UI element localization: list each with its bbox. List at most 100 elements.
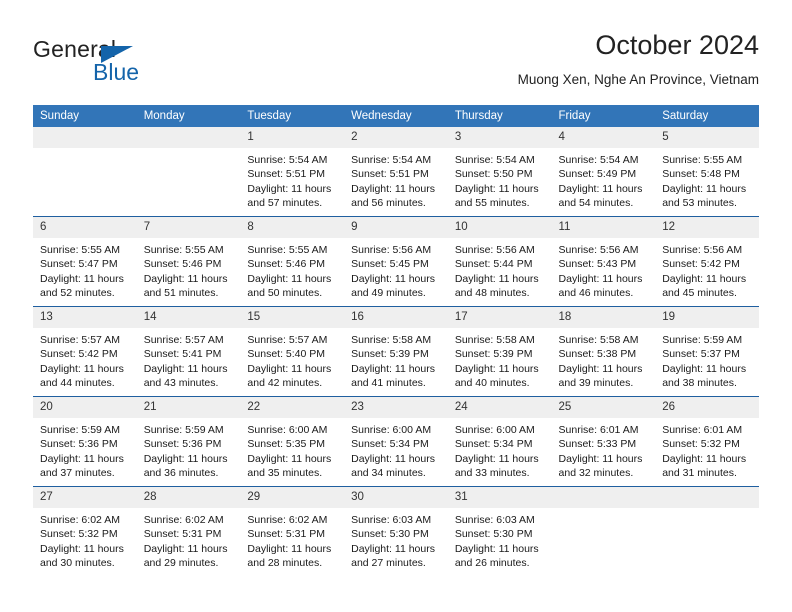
day-number: 19 [655,307,759,328]
calendar-day-cell[interactable]: 1 Sunrise: 5:54 AM Sunset: 5:51 PM Daylight… [240,127,345,217]
day-number: 2 [344,127,448,148]
daylight-text: Daylight: 11 hours and 34 minutes. [351,452,435,480]
daylight-text: Daylight: 11 hours and 26 minutes. [454,542,539,570]
calendar-day-cell[interactable]: 30 Sunrise: 6:03 AM Sunset: 5:30 PM Dayligh… [344,486,448,576]
sunset-text: Sunset: 5:39 PM [351,348,429,361]
calendar-day-cell[interactable]: 12 Sunrise: 5:56 AM Sunset: 5:42 PM Dayligh… [655,216,759,307]
calendar-day-cell[interactable]: 20 Sunrise: 5:59 AM Sunset: 5:36 PM Dayligh… [33,396,137,487]
calendar-week-row: 1 Sunrise: 5:54 AM Sunset: 5:51 PM Daylight… [33,127,759,217]
day-number: 31 [447,487,552,508]
daylight-text: Daylight: 11 hours and 29 minutes. [143,542,228,570]
weekday-header-tuesday: Tuesday [240,105,345,127]
calendar-day-cell[interactable]: 29 Sunrise: 6:02 AM Sunset: 5:31 PM Dayligh… [240,486,345,576]
day-details: Sunrise: 6:00 AM Sunset: 5:34 PM Daylight:… [344,418,448,481]
calendar-week-row: 13 Sunrise: 5:57 AM Sunset: 5:42 PM Dayligh… [33,306,759,397]
sunset-text: Sunset: 5:36 PM [143,438,222,451]
brand-logo[interactable]: General Blue [33,36,233,86]
day-details: Sunrise: 5:58 AM Sunset: 5:39 PM Daylight:… [448,328,552,391]
sunset-text: Sunset: 5:48 PM [662,168,740,181]
calendar-day-cell[interactable]: 26 Sunrise: 6:01 AM Sunset: 5:32 PM Dayligh… [655,396,759,487]
calendar-day-cell[interactable]: 14 Sunrise: 5:57 AM Sunset: 5:41 PM Dayligh… [136,306,241,397]
sunrise-text: Sunrise: 5:59 AM [40,424,120,436]
page-title: October 2024 [595,30,759,60]
calendar-day-cell[interactable]: 27 Sunrise: 6:02 AM Sunset: 5:32 PM Dayligh… [33,486,137,576]
calendar-day-cell[interactable]: 8 Sunrise: 5:55 AM Sunset: 5:46 PM Daylight… [240,216,345,307]
calendar-grid: Sunday Monday Tuesday Wednesday Thursday… [33,105,759,576]
daylight-text: Daylight: 11 hours and 41 minutes. [351,362,435,390]
title-block: October 2024 Muong Xen, Nghe An Province… [518,28,759,90]
weekday-header-thursday: Thursday [447,105,552,127]
day-number: 4 [551,127,656,148]
calendar-day-cell[interactable]: 16 Sunrise: 5:58 AM Sunset: 5:39 PM Dayligh… [344,306,448,397]
day-number: 16 [344,307,448,328]
calendar-day-cell[interactable]: 10 Sunrise: 5:56 AM Sunset: 5:44 PM Dayligh… [447,216,552,307]
day-details: Sunrise: 5:54 AM Sunset: 5:51 PM Daylight:… [240,148,344,211]
daylight-text: Daylight: 11 hours and 49 minutes. [351,272,435,300]
calendar-day-cell[interactable]: 6 Sunrise: 5:55 AM Sunset: 5:47 PM Daylight… [33,216,137,307]
sunrise-text: Sunrise: 5:56 AM [558,244,639,256]
daylight-text: Daylight: 11 hours and 48 minutes. [454,272,539,300]
calendar-day-cell[interactable]: 7 Sunrise: 5:55 AM Sunset: 5:46 PM Daylight… [136,216,241,307]
daylight-text: Daylight: 11 hours and 57 minutes. [247,182,332,210]
day-number: 8 [240,217,345,238]
day-number: 27 [33,487,137,508]
sunset-text: Sunset: 5:30 PM [351,528,429,541]
sunrise-text: Sunrise: 5:59 AM [662,334,743,346]
calendar-day-cell[interactable]: 18 Sunrise: 5:58 AM Sunset: 5:38 PM Dayligh… [551,306,656,397]
day-details: Sunrise: 5:59 AM Sunset: 5:36 PM Daylight:… [33,418,137,481]
calendar-day-cell[interactable]: 22 Sunrise: 6:00 AM Sunset: 5:35 PM Dayligh… [240,396,345,487]
calendar-day-cell[interactable]: 25 Sunrise: 6:01 AM Sunset: 5:33 PM Dayligh… [551,396,656,487]
daylight-text: Daylight: 11 hours and 44 minutes. [40,362,124,390]
calendar-day-cell-empty [655,486,759,576]
day-details: Sunrise: 5:59 AM Sunset: 5:36 PM Daylight:… [137,418,241,481]
sunrise-text: Sunrise: 5:55 AM [247,244,328,256]
calendar-day-cell[interactable]: 9 Sunrise: 5:56 AM Sunset: 5:45 PM Daylight… [344,216,448,307]
day-details: Sunrise: 6:00 AM Sunset: 5:35 PM Daylight:… [240,418,344,481]
sunset-text: Sunset: 5:44 PM [454,258,533,271]
calendar-day-cell-empty [136,127,241,217]
sunrise-text: Sunrise: 5:55 AM [143,244,224,256]
calendar-day-cell[interactable]: 4 Sunrise: 5:54 AM Sunset: 5:49 PM Daylight… [551,127,656,217]
calendar-day-cell[interactable]: 11 Sunrise: 5:56 AM Sunset: 5:43 PM Dayligh… [551,216,656,307]
weekday-header-monday: Monday [136,105,241,127]
weekday-header-saturday: Saturday [655,105,759,127]
sunset-text: Sunset: 5:32 PM [40,528,118,541]
calendar-day-cell[interactable]: 3 Sunrise: 5:54 AM Sunset: 5:50 PM Daylight… [447,127,552,217]
sunset-text: Sunset: 5:40 PM [247,348,326,361]
day-number [33,127,137,148]
calendar-day-cell[interactable]: 2 Sunrise: 5:54 AM Sunset: 5:51 PM Daylight… [344,127,448,217]
calendar-day-cell[interactable]: 23 Sunrise: 6:00 AM Sunset: 5:34 PM Dayligh… [344,396,448,487]
daylight-text: Daylight: 11 hours and 51 minutes. [143,272,228,300]
sunset-text: Sunset: 5:42 PM [40,348,118,361]
calendar-day-cell[interactable]: 5 Sunrise: 5:55 AM Sunset: 5:48 PM Daylight… [655,127,759,217]
calendar-day-cell[interactable]: 19 Sunrise: 5:59 AM Sunset: 5:37 PM Dayligh… [655,306,759,397]
sunrise-text: Sunrise: 6:03 AM [351,514,432,526]
calendar-day-cell[interactable]: 21 Sunrise: 5:59 AM Sunset: 5:36 PM Dayligh… [136,396,241,487]
sunset-text: Sunset: 5:45 PM [351,258,429,271]
sunset-text: Sunset: 5:34 PM [351,438,429,451]
sunset-text: Sunset: 5:34 PM [454,438,533,451]
sunset-text: Sunset: 5:49 PM [558,168,637,181]
sunset-text: Sunset: 5:41 PM [143,348,222,361]
calendar-day-cell[interactable]: 28 Sunrise: 6:02 AM Sunset: 5:31 PM Dayligh… [136,486,241,576]
daylight-text: Daylight: 11 hours and 32 minutes. [558,452,643,480]
calendar-day-cell[interactable]: 31 Sunrise: 6:03 AM Sunset: 5:30 PM Dayligh… [447,486,552,576]
sunrise-text: Sunrise: 5:56 AM [454,244,535,256]
page-header: General Blue October 2024 Muong Xen, Ngh… [33,28,759,98]
calendar-day-cell[interactable]: 13 Sunrise: 5:57 AM Sunset: 5:42 PM Dayligh… [33,306,137,397]
calendar-day-cell[interactable]: 24 Sunrise: 6:00 AM Sunset: 5:34 PM Dayligh… [447,396,552,487]
sunrise-text: Sunrise: 6:01 AM [662,424,743,436]
weekday-header-wednesday: Wednesday [344,105,448,127]
calendar-page: General Blue October 2024 Muong Xen, Ngh… [0,0,792,612]
daylight-text: Daylight: 11 hours and 46 minutes. [558,272,643,300]
sunset-text: Sunset: 5:36 PM [40,438,118,451]
calendar-day-cell[interactable]: 15 Sunrise: 5:57 AM Sunset: 5:40 PM Dayligh… [240,306,345,397]
day-number: 3 [447,127,552,148]
day-details: Sunrise: 6:00 AM Sunset: 5:34 PM Daylight:… [448,418,552,481]
sunrise-text: Sunrise: 6:00 AM [247,424,328,436]
sunset-text: Sunset: 5:31 PM [247,528,326,541]
day-details: Sunrise: 6:01 AM Sunset: 5:32 PM Daylight:… [655,418,759,481]
page-subtitle: Muong Xen, Nghe An Province, Vietnam [517,72,759,87]
daylight-text: Daylight: 11 hours and 38 minutes. [662,362,747,390]
calendar-day-cell[interactable]: 17 Sunrise: 5:58 AM Sunset: 5:39 PM Dayligh… [447,306,552,397]
